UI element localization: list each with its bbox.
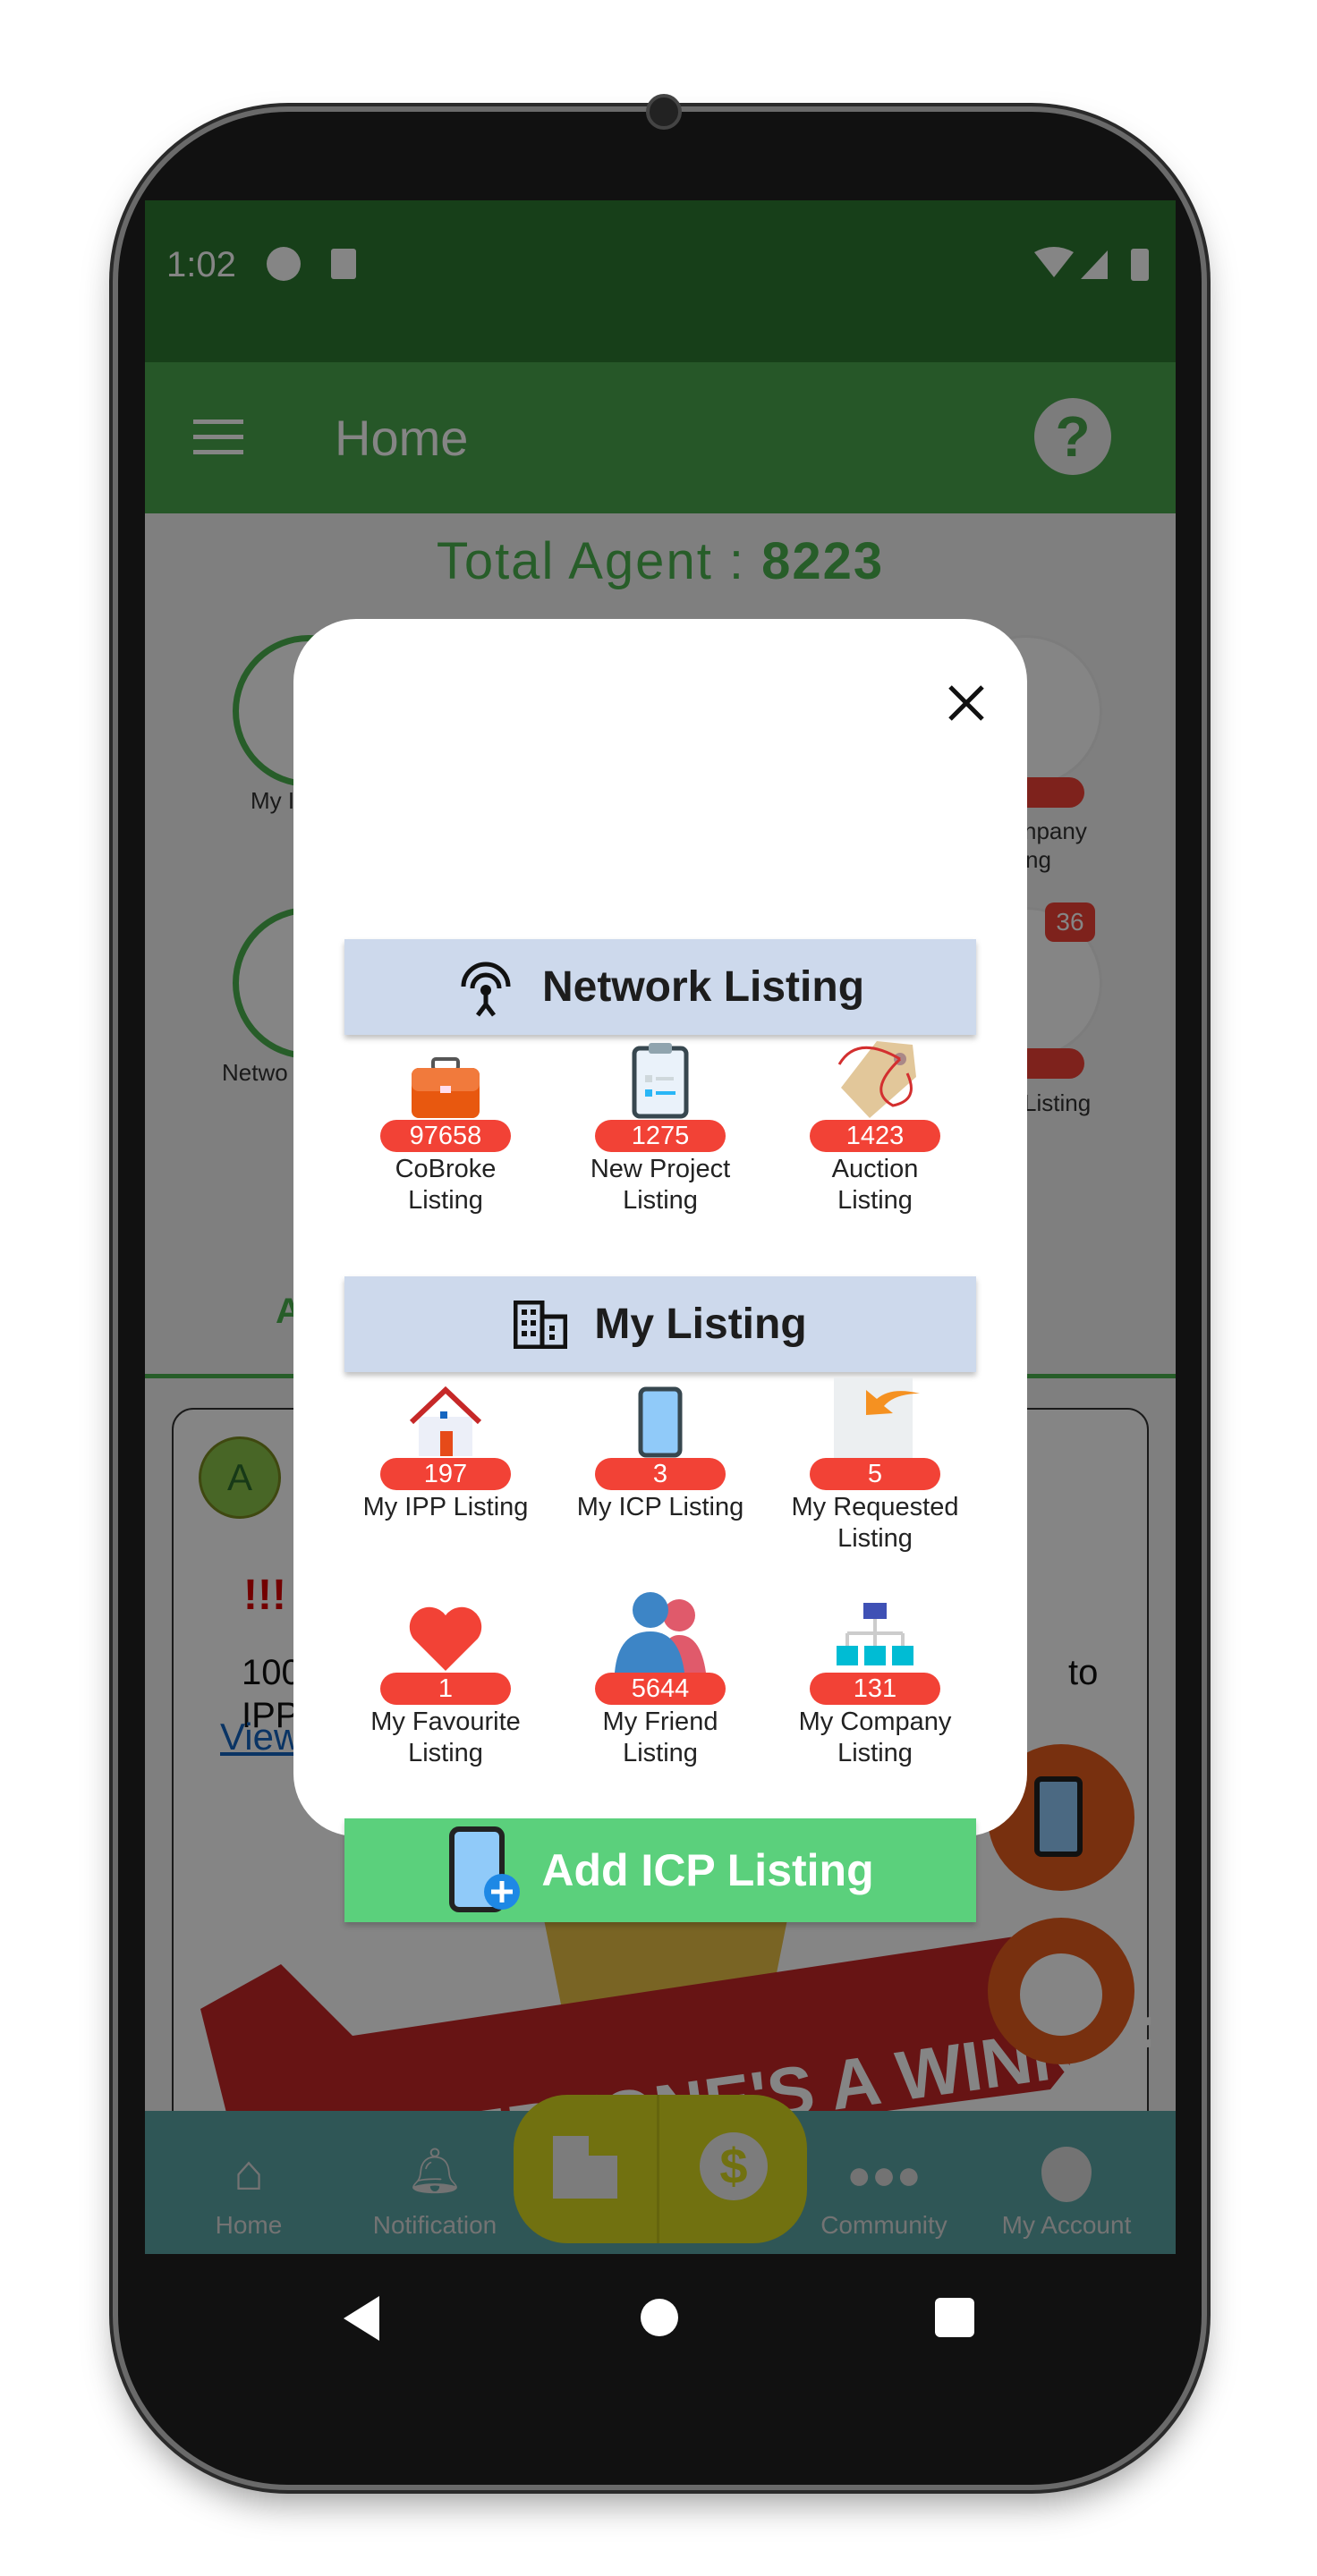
camera <box>646 94 682 130</box>
listing-item[interactable]: 5644 My Friend Listing <box>553 1592 768 1769</box>
friends-icon <box>553 1592 768 1673</box>
heart-icon <box>338 1592 553 1673</box>
count-badge: 3 <box>595 1458 726 1490</box>
screen: 1:02 Home ? Total Agent : 8223 My I Netw… <box>145 200 1176 2254</box>
count-badge: 97658 <box>380 1120 511 1152</box>
back-icon[interactable] <box>340 2294 385 2343</box>
antenna-icon <box>461 962 511 1016</box>
building-icon <box>514 1300 568 1349</box>
count-badge: 1275 <box>595 1120 726 1152</box>
phone-icon <box>553 1377 768 1458</box>
item-label: Auction Listing <box>831 1155 919 1215</box>
listing-item[interactable]: 197 My IPP Listing <box>338 1377 553 1555</box>
count-badge: 197 <box>380 1458 511 1490</box>
count-badge: 5644 <box>595 1673 726 1705</box>
network-listing-header[interactable]: Network Listing <box>344 939 976 1035</box>
item-label: My Friend Listing <box>602 1707 718 1767</box>
listing-item[interactable]: 1275 New Project Listing <box>553 1039 768 1216</box>
item-label: My Favourite Listing <box>370 1707 521 1767</box>
add-icp-listing-button[interactable]: Add ICP Listing <box>344 1818 976 1922</box>
listing-item[interactable]: 3 My ICP Listing <box>553 1377 768 1555</box>
tag-icon <box>768 1039 982 1120</box>
listing-item[interactable]: 5 My Requested Listing <box>768 1377 982 1555</box>
listing-item[interactable]: 1423 Auction Listing <box>768 1039 982 1216</box>
phone-add-icon <box>449 1826 521 1912</box>
listing-item[interactable]: 1 My Favourite Listing <box>338 1592 553 1769</box>
count-badge: 1 <box>380 1673 511 1705</box>
item-label: My ICP Listing <box>576 1493 744 1521</box>
listing-item[interactable]: 97658 CoBroke Listing <box>338 1039 553 1216</box>
org-chart-icon <box>768 1592 982 1673</box>
count-badge: 5 <box>810 1458 940 1490</box>
listing-modal: Network Listing 97658 CoBroke Listing 127… <box>293 619 1027 1922</box>
count-badge: 131 <box>810 1673 940 1705</box>
listing-item[interactable]: 131 My Company Listing <box>768 1592 982 1769</box>
network-listing-title: Network Listing <box>541 963 865 1011</box>
my-listing-title: My Listing <box>594 1301 807 1348</box>
my-listing-header[interactable]: My Listing <box>344 1276 976 1372</box>
item-label: My Company Listing <box>798 1707 952 1767</box>
recents-icon[interactable] <box>935 2298 974 2337</box>
item-label: New Project Listing <box>590 1155 731 1215</box>
request-icon <box>768 1377 982 1458</box>
item-label: CoBroke Listing <box>395 1155 497 1215</box>
close-icon[interactable] <box>947 683 986 723</box>
add-icp-listing-label: Add ICP Listing <box>541 1845 874 1895</box>
count-badge: 1423 <box>810 1120 940 1152</box>
clipboard-icon <box>553 1039 768 1120</box>
briefcase-icon <box>338 1039 553 1120</box>
item-label: My Requested Listing <box>791 1493 959 1553</box>
item-label: My IPP Listing <box>362 1493 529 1521</box>
house-icon <box>338 1377 553 1458</box>
home-button-icon[interactable] <box>641 2299 678 2336</box>
